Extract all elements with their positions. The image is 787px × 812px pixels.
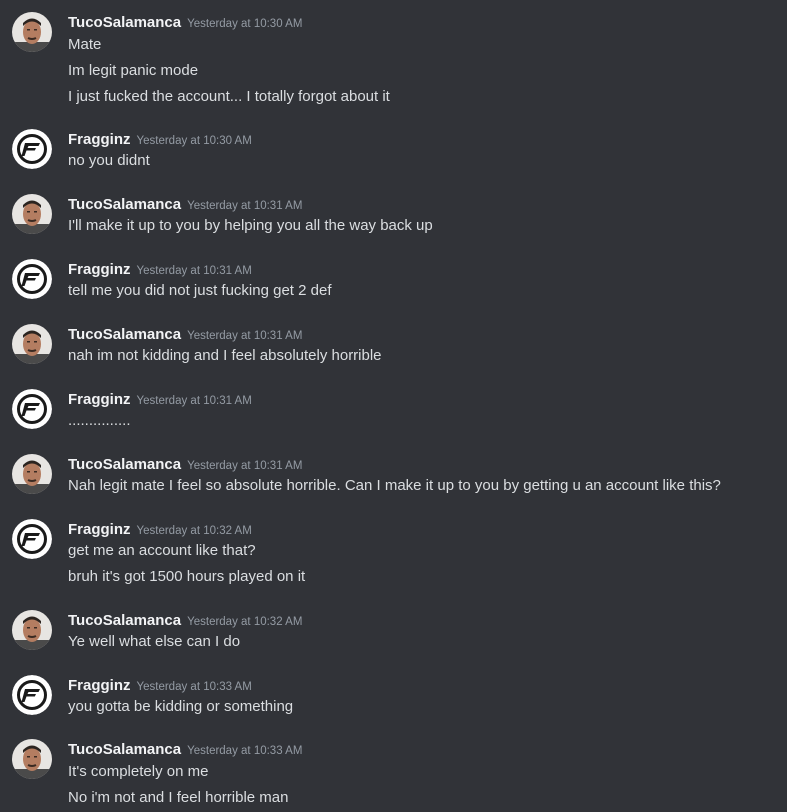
message-header: Fragginz Yesterday at 10:33 AM xyxy=(68,675,252,697)
timestamp[interactable]: Yesterday at 10:30 AM xyxy=(137,135,252,147)
message-header: Fragginz Yesterday at 10:31 AM xyxy=(68,259,252,281)
message-text: It's completely on me xyxy=(68,763,209,780)
message-text: Im legit panic mode xyxy=(68,62,199,79)
message-text: I just fucked the account... I totally f… xyxy=(68,88,390,105)
message-header: Fragginz Yesterday at 10:30 AM xyxy=(68,129,252,151)
fragginz-logo-icon xyxy=(12,129,52,169)
timestamp[interactable]: Yesterday at 10:32 AM xyxy=(187,616,302,628)
message-header: TucoSalamanca Yesterday at 10:31 AM xyxy=(68,324,302,346)
message-group: TucoSalamanca Yesterday at 10:32 AM Ye we… xyxy=(0,610,787,654)
avatar[interactable] xyxy=(12,675,52,715)
username[interactable]: TucoSalamanca xyxy=(68,456,181,473)
avatar[interactable] xyxy=(12,610,52,650)
portrait-avatar-icon xyxy=(12,194,52,234)
message-header: TucoSalamanca Yesterday at 10:30 AM xyxy=(68,12,302,34)
username[interactable]: Fragginz xyxy=(68,391,131,408)
message-text: get me an account like that? xyxy=(68,542,256,559)
message-header: TucoSalamanca Yesterday at 10:31 AM xyxy=(68,454,302,476)
message-group: Fragginz Yesterday at 10:33 AM you gotta … xyxy=(0,675,787,719)
message-text: Mate xyxy=(68,36,102,53)
avatar[interactable] xyxy=(12,389,52,429)
avatar[interactable] xyxy=(12,454,52,494)
avatar[interactable] xyxy=(12,129,52,169)
timestamp[interactable]: Yesterday at 10:33 AM xyxy=(137,681,252,693)
avatar[interactable] xyxy=(12,324,52,364)
avatar[interactable] xyxy=(12,739,52,779)
fragginz-logo-icon xyxy=(12,259,52,299)
username[interactable]: TucoSalamanca xyxy=(68,612,181,629)
timestamp[interactable]: Yesterday at 10:32 AM xyxy=(137,525,252,537)
username[interactable]: Fragginz xyxy=(68,261,131,278)
timestamp[interactable]: Yesterday at 10:31 AM xyxy=(187,200,302,212)
message-group: Fragginz Yesterday at 10:31 AM ..........… xyxy=(0,389,787,433)
username[interactable]: TucoSalamanca xyxy=(68,326,181,343)
message-text: I'll make it up to you by helping you al… xyxy=(68,217,433,234)
fragginz-logo-icon xyxy=(12,675,52,715)
chat-messages[interactable]: TucoSalamanca Yesterday at 10:30 AM Mate … xyxy=(0,0,787,812)
message-group: TucoSalamanca Yesterday at 10:31 AM nah i… xyxy=(0,324,787,368)
fragginz-logo-icon xyxy=(12,519,52,559)
message-text: nah im not kidding and I feel absolutely… xyxy=(68,347,382,364)
timestamp[interactable]: Yesterday at 10:31 AM xyxy=(137,395,252,407)
timestamp[interactable]: Yesterday at 10:31 AM xyxy=(187,330,302,342)
username[interactable]: Fragginz xyxy=(68,131,131,148)
username[interactable]: TucoSalamanca xyxy=(68,14,181,31)
portrait-avatar-icon xyxy=(12,454,52,494)
fragginz-logo-icon xyxy=(12,389,52,429)
message-group: TucoSalamanca Yesterday at 10:30 AM Mate … xyxy=(0,12,787,108)
username[interactable]: TucoSalamanca xyxy=(68,196,181,213)
message-group: Fragginz Yesterday at 10:30 AM no you did… xyxy=(0,129,787,173)
timestamp[interactable]: Yesterday at 10:33 AM xyxy=(187,745,302,757)
timestamp[interactable]: Yesterday at 10:31 AM xyxy=(137,265,252,277)
avatar[interactable] xyxy=(12,519,52,559)
message-text: Nah legit mate I feel so absolute horrib… xyxy=(68,477,721,494)
message-header: Fragginz Yesterday at 10:32 AM xyxy=(68,519,252,541)
username[interactable]: TucoSalamanca xyxy=(68,741,181,758)
portrait-avatar-icon xyxy=(12,324,52,364)
message-text: bruh it's got 1500 hours played on it xyxy=(68,568,306,585)
message-header: TucoSalamanca Yesterday at 10:32 AM xyxy=(68,610,302,632)
message-text: no you didnt xyxy=(68,152,150,169)
timestamp[interactable]: Yesterday at 10:30 AM xyxy=(187,18,302,30)
avatar[interactable] xyxy=(12,194,52,234)
message-header: TucoSalamanca Yesterday at 10:33 AM xyxy=(68,739,302,761)
message-text: ............... xyxy=(68,412,131,429)
message-group: Fragginz Yesterday at 10:32 AM get me an … xyxy=(0,519,787,589)
message-header: TucoSalamanca Yesterday at 10:31 AM xyxy=(68,194,302,216)
message-text: tell me you did not just fucking get 2 d… xyxy=(68,282,332,299)
portrait-avatar-icon xyxy=(12,739,52,779)
avatar[interactable] xyxy=(12,12,52,52)
username[interactable]: Fragginz xyxy=(68,521,131,538)
message-group: TucoSalamanca Yesterday at 10:31 AM Nah l… xyxy=(0,454,787,498)
portrait-avatar-icon xyxy=(12,12,52,52)
message-group: Fragginz Yesterday at 10:31 AM tell me yo… xyxy=(0,259,787,303)
avatar[interactable] xyxy=(12,259,52,299)
message-group: TucoSalamanca Yesterday at 10:31 AM I'll … xyxy=(0,194,787,238)
message-text: you gotta be kidding or something xyxy=(68,698,294,715)
message-text: Ye well what else can I do xyxy=(68,633,241,650)
portrait-avatar-icon xyxy=(12,610,52,650)
username[interactable]: Fragginz xyxy=(68,677,131,694)
message-header: Fragginz Yesterday at 10:31 AM xyxy=(68,389,252,411)
message-text: No i'm not and I feel horrible man xyxy=(68,789,289,806)
timestamp[interactable]: Yesterday at 10:31 AM xyxy=(187,460,302,472)
message-group: TucoSalamanca Yesterday at 10:33 AM It's … xyxy=(0,739,787,809)
